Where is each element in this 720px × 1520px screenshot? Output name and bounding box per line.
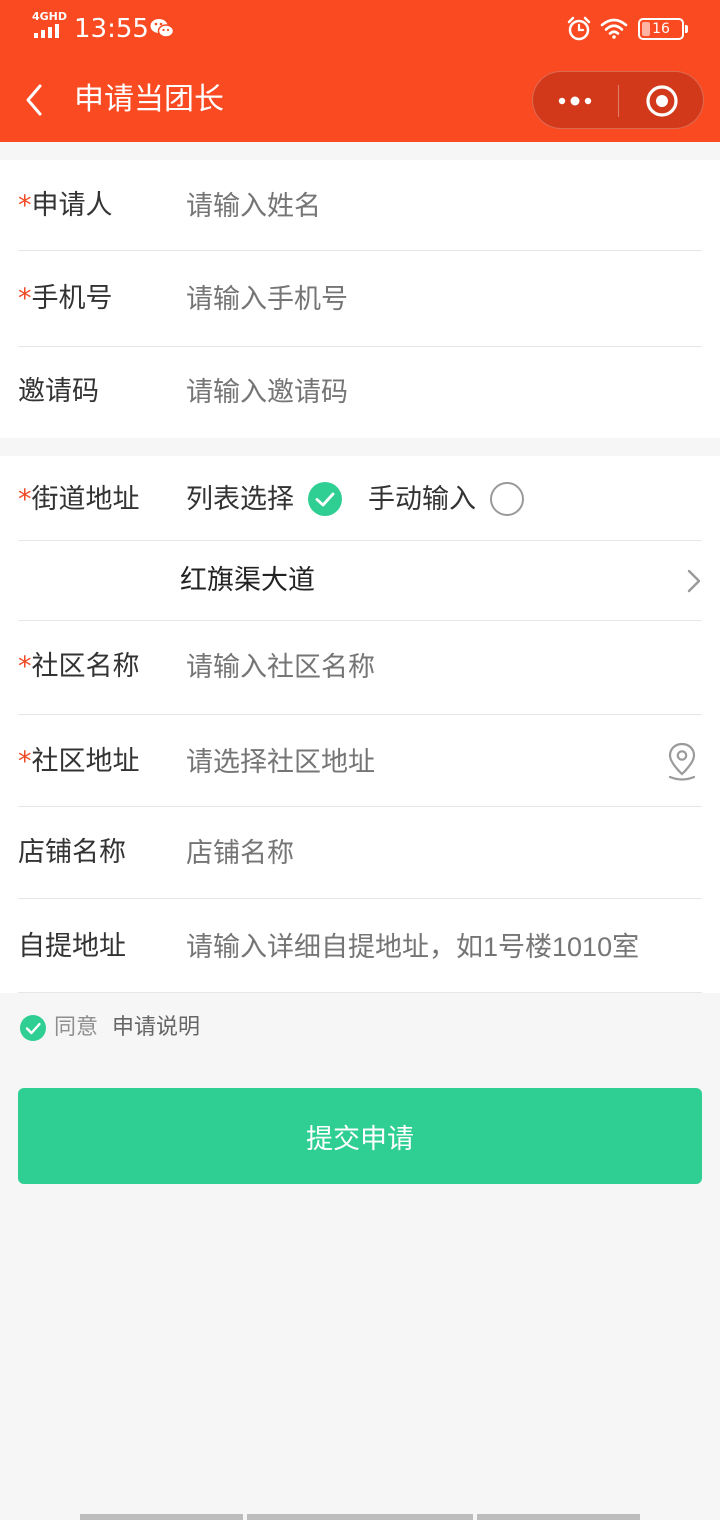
option-list-select-label[interactable]: 列表选择 <box>186 482 294 518</box>
street-value: 红旗渠大道 <box>180 565 315 596</box>
network-type: 4GHD <box>32 10 68 23</box>
wifi-icon <box>600 18 628 39</box>
phone-row: *手机号 <box>18 251 702 347</box>
home-indicator <box>80 1514 243 1520</box>
status-bar: 4GHD 13:55 16 <box>0 0 720 58</box>
signal-icon <box>34 24 59 38</box>
application-notes-link[interactable]: 申请说明 <box>112 1014 200 1042</box>
wechat-icon <box>150 19 174 38</box>
applicant-row: *申请人 <box>18 160 702 251</box>
shop-name-row: 店铺名称 <box>18 807 702 899</box>
battery-level: 16 <box>652 21 670 37</box>
more-dots-icon[interactable] <box>555 91 595 111</box>
community-name-input[interactable] <box>186 647 686 687</box>
unchecked-radio-icon[interactable] <box>490 482 524 516</box>
option-manual-input-label[interactable]: 手动输入 <box>368 482 476 518</box>
battery-icon: 16 <box>638 18 684 40</box>
pickup-address-label: 自提地址 <box>18 931 126 962</box>
pickup-address-input[interactable] <box>186 927 696 967</box>
chevron-left-icon[interactable] <box>20 80 50 120</box>
phone-label: *手机号 <box>18 283 113 314</box>
chevron-right-icon <box>687 569 701 593</box>
page-title: 申请当团长 <box>74 82 224 117</box>
nav-bar: 申请当团长 <box>0 58 720 142</box>
street-address-row: *街道地址 列表选择 手动输入 <box>18 456 702 541</box>
invite-code-row: 邀请码 <box>18 347 702 438</box>
location-pin-icon[interactable] <box>666 741 698 781</box>
mini-program-capsule <box>532 71 704 129</box>
pickup-address-row: 自提地址 <box>18 899 702 993</box>
checked-circle-icon[interactable] <box>308 482 342 516</box>
alarm-icon <box>567 16 591 41</box>
applicant-label: *申请人 <box>18 190 113 221</box>
community-address-row: *社区地址 <box>18 715 702 807</box>
home-indicator <box>477 1514 640 1520</box>
target-close-icon[interactable] <box>645 84 679 118</box>
invite-code-input[interactable] <box>186 372 686 412</box>
shop-name-input[interactable] <box>186 833 686 873</box>
street-address-label: *街道地址 <box>18 484 140 515</box>
community-name-row: *社区名称 <box>18 621 702 715</box>
status-time: 13:55 <box>74 14 149 44</box>
community-address-input[interactable] <box>186 742 646 782</box>
submit-application-button[interactable]: 提交申请 <box>18 1088 702 1184</box>
agree-text: 同意 <box>54 1015 99 1040</box>
community-address-label: *社区地址 <box>18 746 140 777</box>
applicant-name-input[interactable] <box>186 186 686 226</box>
invite-code-label: 邀请码 <box>18 376 99 407</box>
street-value-row[interactable]: 红旗渠大道 <box>18 541 702 621</box>
address-info-card: *街道地址 列表选择 手动输入 红旗渠大道 *社区名称 *社区地址 <box>0 456 720 993</box>
phone-input[interactable] <box>186 279 686 319</box>
community-name-label: *社区名称 <box>18 651 140 682</box>
basic-info-card: *申请人 *手机号 邀请码 <box>0 160 720 438</box>
shop-name-label: 店铺名称 <box>18 837 126 868</box>
agree-checkbox-icon[interactable] <box>20 1015 46 1041</box>
home-indicator <box>247 1514 473 1520</box>
